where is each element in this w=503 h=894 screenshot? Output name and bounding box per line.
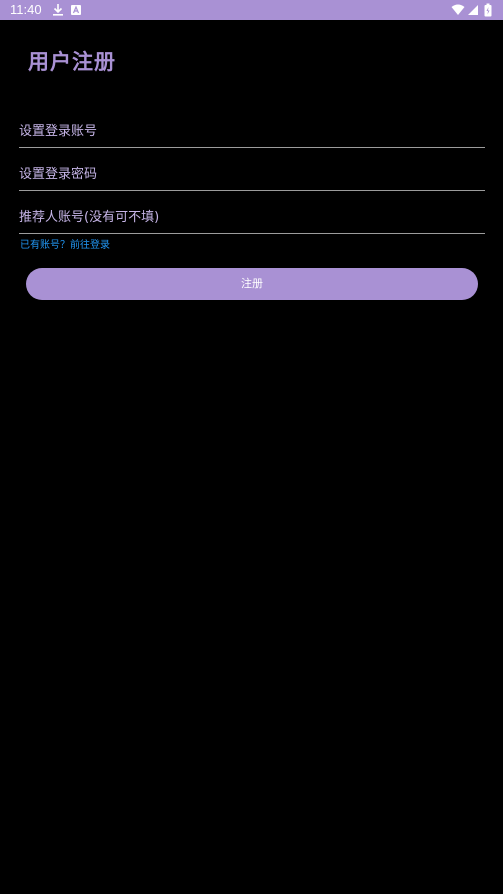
signal-icon: [467, 3, 479, 17]
referrer-field: [19, 201, 485, 234]
password-field: [19, 158, 485, 191]
register-button[interactable]: 注册: [26, 268, 478, 300]
account-field: [19, 115, 485, 148]
page-title: 用户注册: [28, 50, 116, 74]
status-bar: 11:40: [0, 0, 503, 20]
login-link[interactable]: 已有账号？前往登录: [20, 239, 110, 253]
password-input[interactable]: [19, 158, 485, 190]
wifi-icon: [451, 3, 465, 17]
notification-a-icon: [70, 3, 82, 17]
download-icon: [52, 3, 64, 17]
battery-icon: [484, 3, 492, 17]
account-input[interactable]: [19, 115, 485, 147]
referrer-input[interactable]: [19, 201, 485, 233]
status-time: 11:40: [10, 2, 42, 17]
